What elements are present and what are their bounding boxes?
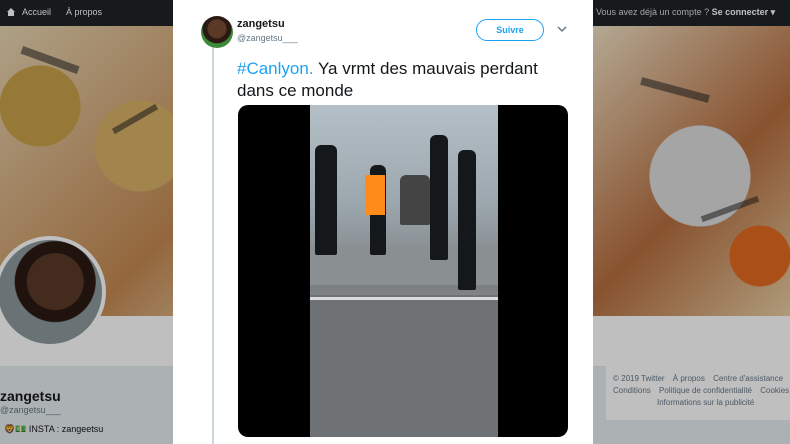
tweet-author-name[interactable]: zangetsu (237, 18, 285, 30)
chevron-down-icon[interactable] (557, 24, 567, 34)
tweet-modal: zangetsu @zangetsu___ Suivre #Canlyon. Y… (173, 0, 593, 444)
tweet-author-handle[interactable]: @zangetsu___ (237, 33, 298, 43)
tweet-text: #Canlyon. Ya vrmt des mauvais perdant da… (237, 58, 577, 102)
tweet-avatar[interactable] (201, 16, 233, 48)
tweet-hashtag[interactable]: #Canlyon. (237, 59, 314, 78)
tweet-video[interactable] (238, 105, 568, 437)
video-frame (310, 105, 498, 437)
thread-line (212, 46, 214, 444)
follow-button[interactable]: Suivre (476, 19, 544, 41)
